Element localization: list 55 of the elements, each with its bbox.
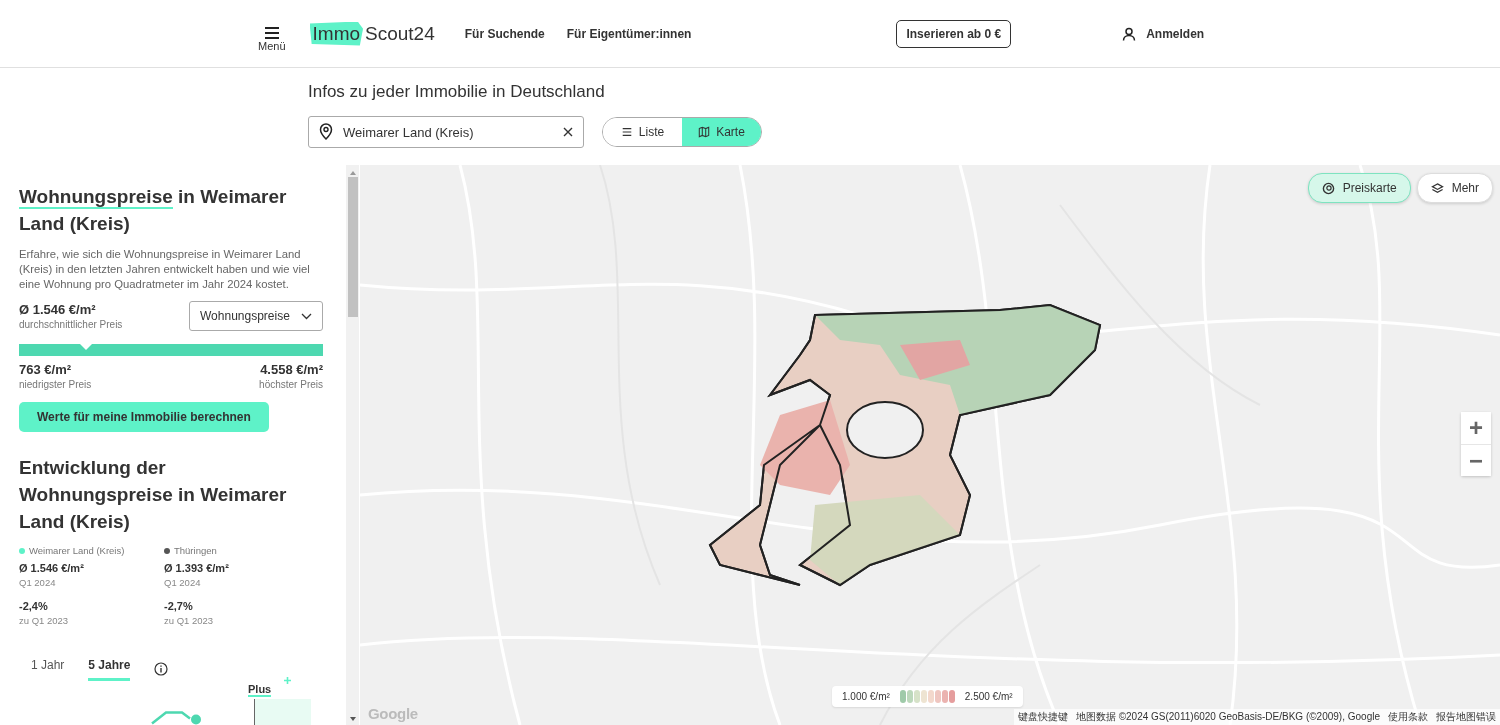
period-label: Q1 2024 [19,577,57,588]
user-icon [1122,26,1137,41]
scrollbar[interactable] [346,165,359,725]
region-price: Ø 1.546 €/m² [19,562,85,574]
period-label: zu Q1 2023 [164,615,215,626]
legend-min: 1.000 €/m² [842,691,890,702]
region-price: Ø 1.393 €/m² [164,562,230,574]
chevron-down-icon [301,312,312,320]
nav-link[interactable]: Für Eigentümer:innen [566,26,692,41]
map-attribution: 地图数据 ©2024 GS(2011)6020 GeoBasis-DE/BKG (©2009), Google [1075,710,1380,724]
price-label: höchster Preis [259,379,323,390]
zoom-out-button[interactable]: − [1461,444,1491,476]
clear-icon[interactable] [563,127,573,137]
info-icon[interactable] [154,661,169,676]
layers-icon [1430,181,1444,195]
max-price: 4.558 €/m² [259,362,323,377]
search-field[interactable]: Weimarer Land (Kreis) [308,116,584,148]
calculate-button[interactable]: Werte für meine Immobilie berechnen [19,402,269,432]
period-label: zu Q1 2023 [19,615,70,626]
price-label: niedrigster Preis [19,379,92,390]
period-tab[interactable]: 1 Jahr [31,656,65,681]
map-link[interactable]: 报告地图错误 [1436,710,1496,724]
region-name: Thüringen [174,545,217,556]
plus-icon [284,677,291,684]
price-label: durchschnittlicher Preis [19,319,123,330]
price-change: -2,7% [164,600,194,612]
plus-overlay [254,699,311,725]
logo[interactable]: Immo Scout24 [309,21,435,46]
menu-icon [263,25,280,40]
view-tab[interactable]: Karte [682,118,761,146]
price-change: -2,4% [19,600,49,612]
legend-max: 2.500 €/m² [964,691,1013,702]
region-name: Weimarer Land (Kreis) [29,545,125,556]
map-link[interactable]: 使用条款 [1388,710,1428,724]
period-tab[interactable]: 5 Jahre [88,656,131,681]
menu-button[interactable]: Menü [258,25,286,52]
page-title: Infos zu jeder Immobilie in Deutschland [308,82,606,102]
map-control-button[interactable]: Mehr [1416,173,1493,203]
map-icon [698,126,711,138]
list-icon [620,126,633,138]
price-type-dropdown[interactable]: Wohnungspreise [189,301,323,331]
map-link[interactable]: 键盘快捷键 [1017,710,1068,724]
zoom-in-button[interactable]: + [1461,412,1491,444]
login-button[interactable]: Anmelden [1116,25,1211,42]
map-control-button[interactable]: Preiskarte [1307,173,1411,203]
average-price: Ø 1.546 €/m² [19,302,97,317]
min-price: 763 €/m² [19,362,73,377]
description-text: Erfahre, wie sich die Wohnungspreise in Weimarer Land (Kreis) in den letzten Jahren entwickelt haben und wie viel eine Wohnung pro Quadratmeter im Jahr 2024 kostet. [19,247,311,292]
section-heading: Entwicklung der Wohnungspreise in Weimarer Land (Kreis) [19,456,288,534]
insert-button[interactable]: Inserieren ab 0 € [896,19,1012,48]
period-label: Q1 2024 [164,577,202,588]
plus-label: Plus [248,683,272,697]
nav-link[interactable]: Für Suchende [464,26,545,41]
chart-line-drawing [151,710,202,725]
section-heading: Wohnungspreise in Weimarer Land (Kreis) [19,185,288,236]
